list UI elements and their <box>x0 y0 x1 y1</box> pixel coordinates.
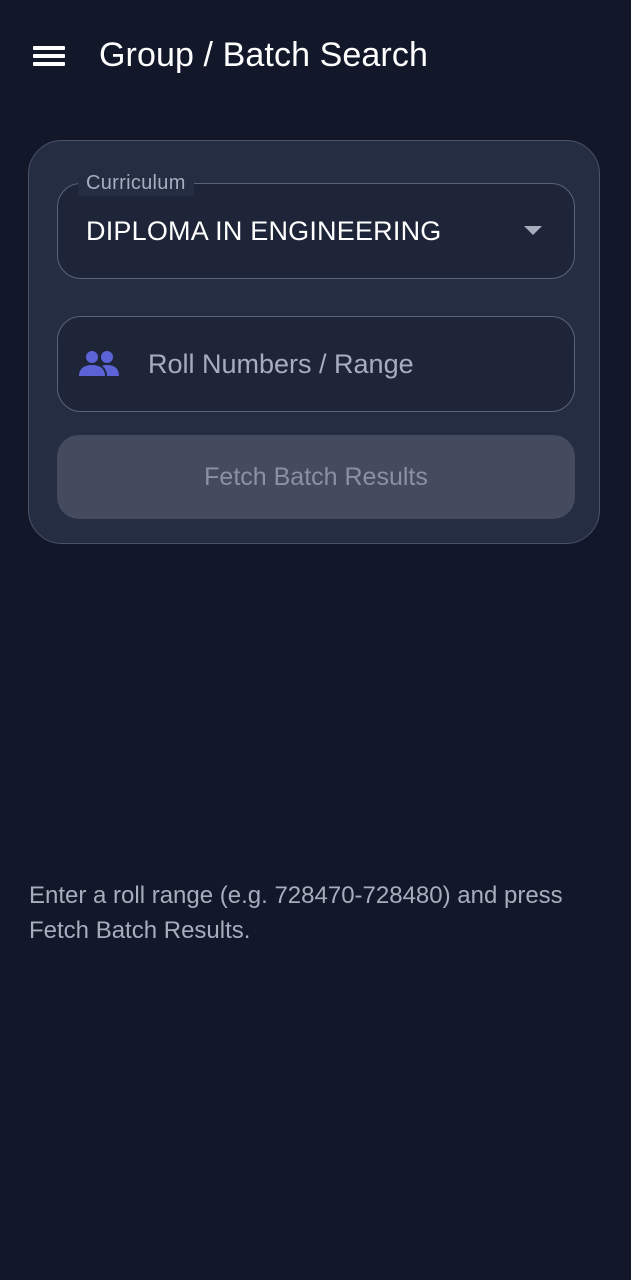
people-icon <box>79 351 119 376</box>
curriculum-dropdown[interactable]: Curriculum DIPLOMA IN ENGINEERING <box>57 170 575 279</box>
curriculum-label: Curriculum <box>78 170 194 196</box>
curriculum-value: DIPLOMA IN ENGINEERING <box>86 216 442 246</box>
app-bar: Group / Batch Search <box>0 0 631 112</box>
fetch-batch-results-button[interactable]: Fetch Batch Results <box>57 435 575 519</box>
screen: Group / Batch Search Curriculum DIPLOMA … <box>0 0 631 1280</box>
menu-line <box>33 62 65 66</box>
hamburger-menu-icon[interactable] <box>26 34 72 78</box>
menu-line <box>33 46 65 50</box>
menu-line <box>33 54 65 58</box>
roll-input-placeholder: Roll Numbers / Range <box>148 349 414 379</box>
fetch-button-label: Fetch Batch Results <box>204 463 428 491</box>
roll-numbers-input[interactable]: Roll Numbers / Range <box>57 316 575 412</box>
hint-text: Enter a roll range (e.g. 728470-728480) … <box>29 882 563 944</box>
search-card: Curriculum DIPLOMA IN ENGINEERING Roll N… <box>28 140 600 544</box>
dropdown-arrow-icon <box>524 226 542 235</box>
page-title: Group / Batch Search <box>99 36 428 74</box>
